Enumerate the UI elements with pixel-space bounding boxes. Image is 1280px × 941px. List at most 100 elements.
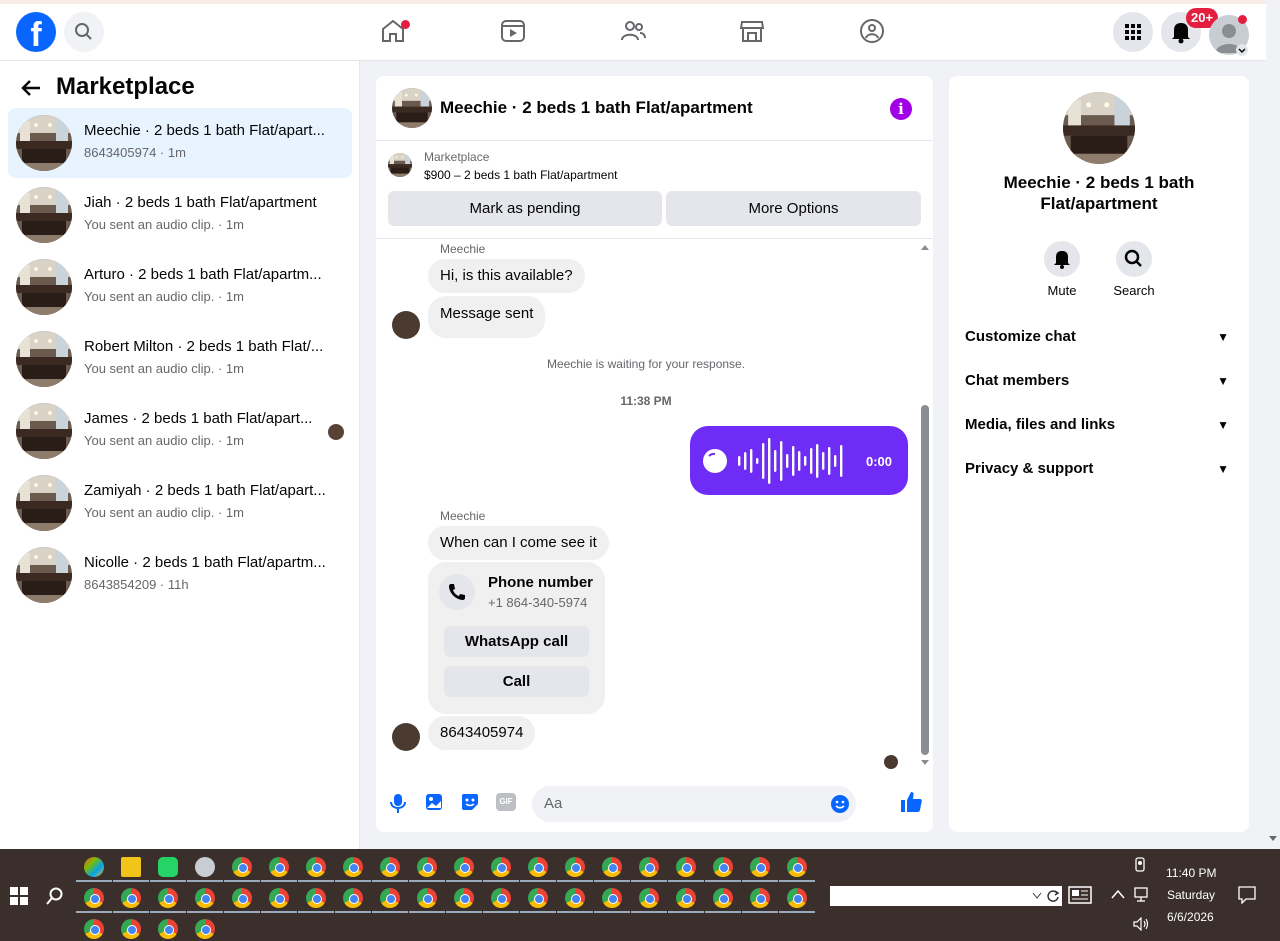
chrome-icon[interactable] bbox=[343, 888, 363, 908]
clock-time[interactable]: 11:40 PM bbox=[1166, 866, 1216, 880]
scroll-thumb[interactable] bbox=[921, 405, 929, 755]
groups-icon[interactable] bbox=[857, 16, 887, 46]
call-button[interactable]: Call bbox=[444, 666, 589, 697]
listing-small-thumbnail[interactable] bbox=[388, 153, 412, 177]
conversation-item[interactable]: Meechie · 2 beds 1 bath Flat/apart... 864… bbox=[8, 108, 352, 178]
chat-members-row[interactable]: Chat members ▼ bbox=[965, 359, 1233, 403]
microphone-icon[interactable] bbox=[388, 792, 408, 814]
chrome-icon[interactable] bbox=[269, 857, 289, 877]
clock-date[interactable]: 6/6/2026 bbox=[1167, 910, 1214, 924]
chrome-icon[interactable] bbox=[565, 857, 585, 877]
chrome-icon[interactable] bbox=[380, 857, 400, 877]
taskbar-address-box[interactable] bbox=[830, 886, 1062, 906]
scroll-down-icon[interactable] bbox=[1269, 834, 1277, 842]
chat-title[interactable]: Meechie · 2 beds 1 bath Flat/apartment bbox=[440, 98, 753, 118]
media-files-links-row[interactable]: Media, files and links ▼ bbox=[965, 403, 1233, 447]
listing-price-title[interactable]: $900 – 2 beds 1 bath Flat/apartment bbox=[424, 168, 617, 182]
chrome-icon[interactable] bbox=[121, 888, 141, 908]
chrome-icon[interactable] bbox=[417, 888, 437, 908]
like-icon[interactable] bbox=[899, 790, 923, 814]
taskbar-search-icon[interactable] bbox=[46, 887, 64, 905]
conversation-item[interactable]: James · 2 beds 1 bath Flat/apart... You s… bbox=[8, 396, 352, 466]
chrome-icon[interactable] bbox=[121, 919, 141, 939]
privacy-support-row[interactable]: Privacy & support ▼ bbox=[965, 447, 1233, 491]
back-arrow-icon[interactable] bbox=[20, 78, 42, 98]
meet-now-icon[interactable] bbox=[1134, 857, 1148, 873]
volume-icon[interactable] bbox=[1133, 917, 1151, 931]
chrome-icon[interactable] bbox=[639, 888, 659, 908]
chrome-icon[interactable] bbox=[713, 888, 733, 908]
chrome-icon[interactable] bbox=[491, 857, 511, 877]
chrome-icon[interactable] bbox=[454, 888, 474, 908]
chrome-icon[interactable] bbox=[195, 888, 215, 908]
file-explorer-icon[interactable] bbox=[121, 857, 141, 877]
news-icon[interactable] bbox=[1068, 886, 1092, 904]
conversation-item[interactable]: Arturo · 2 beds 1 bath Flat/apartm... You… bbox=[8, 252, 352, 322]
chrome-icon[interactable] bbox=[380, 888, 400, 908]
chrome-icon[interactable] bbox=[528, 857, 548, 877]
chrome-icon[interactable] bbox=[787, 888, 807, 908]
play-icon[interactable] bbox=[702, 448, 728, 474]
sticker-icon[interactable] bbox=[460, 792, 480, 812]
chrome-icon[interactable] bbox=[158, 919, 178, 939]
gif-icon[interactable]: GIF bbox=[496, 793, 516, 811]
chrome-icon[interactable] bbox=[195, 919, 215, 939]
chrome-icon[interactable] bbox=[343, 857, 363, 877]
photo-icon[interactable] bbox=[424, 792, 444, 812]
message-input[interactable]: Aa bbox=[532, 786, 856, 822]
chrome-icon[interactable] bbox=[676, 857, 696, 877]
conversation-item[interactable]: Jiah · 2 beds 1 bath Flat/apartment You s… bbox=[8, 180, 352, 250]
video-icon[interactable] bbox=[498, 16, 528, 46]
chevron-down-icon[interactable] bbox=[1032, 892, 1042, 900]
listing-thumbnail[interactable] bbox=[392, 88, 432, 128]
network-icon[interactable] bbox=[1134, 887, 1152, 903]
conversation-item[interactable]: Nicolle · 2 beds 1 bath Flat/apartm... 86… bbox=[8, 540, 352, 610]
chrome-icon[interactable] bbox=[713, 857, 733, 877]
chat-scrollbar[interactable] bbox=[917, 239, 933, 784]
chrome-icon[interactable] bbox=[602, 857, 622, 877]
page-scrollbar[interactable] bbox=[1266, 0, 1280, 849]
whatsapp-call-button[interactable]: WhatsApp call bbox=[444, 626, 589, 657]
app-icon[interactable] bbox=[195, 857, 215, 877]
chevron-up-icon[interactable] bbox=[1111, 889, 1125, 899]
scroll-up-icon[interactable] bbox=[920, 243, 930, 251]
chevron-down-icon[interactable] bbox=[1236, 44, 1248, 56]
chrome-icon[interactable] bbox=[306, 857, 326, 877]
chrome-icon[interactable] bbox=[750, 857, 770, 877]
search-action[interactable]: Search bbox=[1104, 241, 1164, 298]
chrome-icon[interactable] bbox=[602, 888, 622, 908]
chrome-icon[interactable] bbox=[232, 888, 252, 908]
chrome-icon[interactable] bbox=[158, 888, 178, 908]
chrome-icon[interactable] bbox=[232, 857, 252, 877]
emoji-icon[interactable] bbox=[830, 794, 850, 814]
chrome-icon[interactable] bbox=[639, 857, 659, 877]
chrome-icon[interactable] bbox=[417, 857, 437, 877]
windows-start-icon[interactable] bbox=[10, 887, 28, 905]
chrome-icon[interactable] bbox=[84, 888, 104, 908]
conversation-item[interactable]: Zamiyah · 2 beds 1 bath Flat/apart... You… bbox=[8, 468, 352, 538]
action-center-icon[interactable] bbox=[1238, 886, 1256, 904]
refresh-icon[interactable] bbox=[1046, 889, 1060, 903]
facebook-logo[interactable]: f bbox=[16, 12, 56, 52]
friends-icon[interactable] bbox=[618, 16, 648, 46]
whatsapp-icon[interactable] bbox=[158, 857, 178, 877]
more-options-button[interactable]: More Options bbox=[666, 191, 921, 226]
clock-day[interactable]: Saturday bbox=[1167, 888, 1215, 902]
listing-thumbnail-large[interactable] bbox=[1063, 92, 1135, 164]
audio-clip-bubble[interactable]: 0:00 bbox=[690, 426, 908, 495]
chrome-icon[interactable] bbox=[306, 888, 326, 908]
customize-chat-row[interactable]: Customize chat ▼ bbox=[965, 315, 1233, 359]
menu-button[interactable] bbox=[1113, 12, 1153, 52]
scroll-down-icon[interactable] bbox=[920, 759, 930, 767]
search-button[interactable] bbox=[64, 12, 104, 52]
chrome-icon[interactable] bbox=[491, 888, 511, 908]
conversation-item[interactable]: Robert Milton · 2 beds 1 bath Flat/... Yo… bbox=[8, 324, 352, 394]
chrome-icon[interactable] bbox=[454, 857, 474, 877]
chrome-icon[interactable] bbox=[528, 888, 548, 908]
chrome-icon[interactable] bbox=[565, 888, 585, 908]
chrome-icon[interactable] bbox=[750, 888, 770, 908]
info-icon[interactable]: i bbox=[890, 98, 912, 120]
chrome-icon[interactable] bbox=[84, 919, 104, 939]
copilot-icon[interactable] bbox=[84, 857, 104, 877]
chrome-icon[interactable] bbox=[787, 857, 807, 877]
